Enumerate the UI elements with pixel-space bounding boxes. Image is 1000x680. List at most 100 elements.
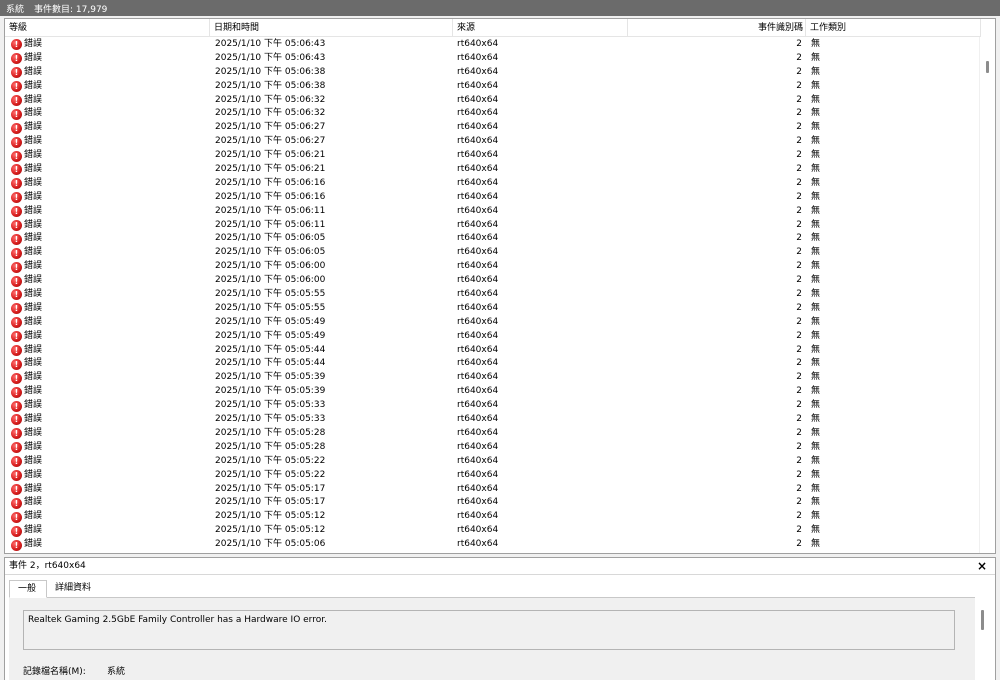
tab-general[interactable]: 一般 <box>9 580 47 598</box>
row-level-text: 錯誤 <box>24 372 43 383</box>
row-source: rt640x64 <box>457 52 499 63</box>
table-row[interactable]: ! 錯誤 2025/1/10 下午 05:06:11 rt640x64 2 無 <box>5 219 981 233</box>
table-row[interactable]: ! 錯誤 2025/1/10 下午 05:06:27 rt640x64 2 無 <box>5 121 981 135</box>
row-date: 2025/1/10 下午 05:05:55 <box>215 289 326 300</box>
row-source: rt640x64 <box>457 66 499 77</box>
table-row[interactable]: ! 錯誤 2025/1/10 下午 05:05:22 rt640x64 2 無 <box>5 455 981 469</box>
row-level: ! 錯誤 <box>11 455 206 469</box>
table-row[interactable]: ! 錯誤 2025/1/10 下午 05:05:55 rt640x64 2 無 <box>5 302 981 316</box>
error-icon: ! <box>11 150 22 162</box>
row-date: 2025/1/10 下午 05:05:22 <box>215 469 326 480</box>
table-row[interactable]: ! 錯誤 2025/1/10 下午 05:05:17 rt640x64 2 無 <box>5 483 981 497</box>
row-task: 無 <box>811 525 821 536</box>
table-row[interactable]: ! 錯誤 2025/1/10 下午 05:06:21 rt640x64 2 無 <box>5 149 981 163</box>
column-header-source[interactable]: 來源 <box>453 19 628 37</box>
detail-scrollbar[interactable] <box>975 598 991 680</box>
event-description[interactable]: Realtek Gaming 2.5GbE Family Controller … <box>23 610 955 650</box>
row-level-text: 錯誤 <box>24 66 43 77</box>
table-row[interactable]: ! 錯誤 2025/1/10 下午 05:05:55 rt640x64 2 無 <box>5 288 981 302</box>
row-source: rt640x64 <box>457 136 499 147</box>
row-task: 無 <box>811 386 821 397</box>
table-row[interactable]: ! 錯誤 2025/1/10 下午 05:06:32 rt640x64 2 無 <box>5 94 981 108</box>
row-event-id: 2 <box>796 455 802 466</box>
row-task: 無 <box>811 177 821 188</box>
event-list[interactable]: 等級 日期和時間 來源 事件識別碼 工作類別 ! 錯誤 2025/1/10 下午 0… <box>4 18 996 554</box>
error-icon: ! <box>11 428 22 440</box>
table-row[interactable]: ! 錯誤 2025/1/10 下午 05:06:11 rt640x64 2 無 <box>5 205 981 219</box>
row-level: ! 錯誤 <box>11 330 206 344</box>
row-level: ! 錯誤 <box>11 219 206 233</box>
row-event-id: 2 <box>796 302 802 313</box>
row-level-text: 錯誤 <box>24 497 43 508</box>
row-level: ! 錯誤 <box>11 427 206 441</box>
table-row[interactable]: ! 錯誤 2025/1/10 下午 05:05:49 rt640x64 2 無 <box>5 316 981 330</box>
row-level-text: 錯誤 <box>24 289 43 300</box>
column-header-date[interactable]: 日期和時間 <box>210 19 453 37</box>
error-icon: ! <box>11 53 22 65</box>
table-row[interactable]: ! 錯誤 2025/1/10 下午 05:05:44 rt640x64 2 無 <box>5 344 981 358</box>
table-row[interactable]: ! 錯誤 2025/1/10 下午 05:05:49 rt640x64 2 無 <box>5 330 981 344</box>
row-task: 無 <box>811 427 821 438</box>
list-scrollbar[interactable] <box>979 37 995 553</box>
table-row[interactable]: ! 錯誤 2025/1/10 下午 05:06:21 rt640x64 2 無 <box>5 163 981 177</box>
row-source: rt640x64 <box>457 455 499 466</box>
table-row[interactable]: ! 錯誤 2025/1/10 下午 05:06:32 rt640x64 2 無 <box>5 107 981 121</box>
row-task: 無 <box>811 261 821 272</box>
table-row[interactable]: ! 錯誤 2025/1/10 下午 05:06:38 rt640x64 2 無 <box>5 80 981 94</box>
table-row[interactable]: ! 錯誤 2025/1/10 下午 05:05:28 rt640x64 2 無 <box>5 441 981 455</box>
row-level-text: 錯誤 <box>24 414 43 425</box>
table-row[interactable]: ! 錯誤 2025/1/10 下午 05:05:22 rt640x64 2 無 <box>5 469 981 483</box>
table-row[interactable]: ! 錯誤 2025/1/10 下午 05:06:05 rt640x64 2 無 <box>5 246 981 260</box>
table-row[interactable]: ! 錯誤 2025/1/10 下午 05:05:12 rt640x64 2 無 <box>5 510 981 524</box>
row-level: ! 錯誤 <box>11 80 206 94</box>
close-button[interactable]: × <box>975 558 989 575</box>
row-task: 無 <box>811 441 821 452</box>
row-date: 2025/1/10 下午 05:06:00 <box>215 261 326 272</box>
row-date: 2025/1/10 下午 05:05:06 <box>215 539 326 550</box>
list-scrollbar-thumb[interactable] <box>986 61 989 73</box>
table-row[interactable]: ! 錯誤 2025/1/10 下午 05:05:44 rt640x64 2 無 <box>5 357 981 371</box>
table-row[interactable]: ! 錯誤 2025/1/10 下午 05:05:12 rt640x64 2 無 <box>5 524 981 538</box>
row-task: 無 <box>811 330 821 341</box>
table-row[interactable]: ! 錯誤 2025/1/10 下午 05:06:27 rt640x64 2 無 <box>5 135 981 149</box>
row-event-id: 2 <box>796 372 802 383</box>
row-level-text: 錯誤 <box>24 427 43 438</box>
table-row[interactable]: ! 錯誤 2025/1/10 下午 05:05:33 rt640x64 2 無 <box>5 399 981 413</box>
table-row[interactable]: ! 錯誤 2025/1/10 下午 05:06:38 rt640x64 2 無 <box>5 66 981 80</box>
row-event-id: 2 <box>796 441 802 452</box>
log-titlebar: 系統 事件數目: 17,979 <box>0 0 1000 16</box>
row-source: rt640x64 <box>457 94 499 105</box>
row-date: 2025/1/10 下午 05:06:27 <box>215 122 326 133</box>
error-icon: ! <box>11 108 22 120</box>
column-header-task[interactable]: 工作類別 <box>806 19 981 37</box>
table-row[interactable]: ! 錯誤 2025/1/10 下午 05:06:16 rt640x64 2 無 <box>5 191 981 205</box>
row-level: ! 錯誤 <box>11 344 206 358</box>
column-header-event-id[interactable]: 事件識別碼 <box>628 19 806 37</box>
table-row[interactable]: ! 錯誤 2025/1/10 下午 05:05:33 rt640x64 2 無 <box>5 413 981 427</box>
column-header-level[interactable]: 等級 <box>5 19 210 37</box>
row-task: 無 <box>811 150 821 161</box>
table-row[interactable]: ! 錯誤 2025/1/10 下午 05:05:39 rt640x64 2 無 <box>5 371 981 385</box>
table-row[interactable]: ! 錯誤 2025/1/10 下午 05:05:17 rt640x64 2 無 <box>5 496 981 510</box>
row-level-text: 錯誤 <box>24 122 43 133</box>
table-row[interactable]: ! 錯誤 2025/1/10 下午 05:06:43 rt640x64 2 無 <box>5 52 981 66</box>
row-level: ! 錯誤 <box>11 205 206 219</box>
row-level: ! 錯誤 <box>11 135 206 149</box>
row-event-id: 2 <box>796 150 802 161</box>
detail-scrollbar-thumb[interactable] <box>981 610 984 630</box>
table-row[interactable]: ! 錯誤 2025/1/10 下午 05:06:16 rt640x64 2 無 <box>5 177 981 191</box>
row-date: 2025/1/10 下午 05:06:38 <box>215 66 326 77</box>
row-level-text: 錯誤 <box>24 164 43 175</box>
row-source: rt640x64 <box>457 539 499 550</box>
table-row[interactable]: ! 錯誤 2025/1/10 下午 05:06:00 rt640x64 2 無 <box>5 274 981 288</box>
error-icon: ! <box>11 206 22 218</box>
tab-details[interactable]: 詳細資料 <box>47 580 105 598</box>
row-level-text: 錯誤 <box>24 275 43 286</box>
table-row[interactable]: ! 錯誤 2025/1/10 下午 05:06:43 rt640x64 2 無 <box>5 38 981 52</box>
table-row[interactable]: ! 錯誤 2025/1/10 下午 05:05:28 rt640x64 2 無 <box>5 427 981 441</box>
table-row[interactable]: ! 錯誤 2025/1/10 下午 05:05:39 rt640x64 2 無 <box>5 385 981 399</box>
table-row[interactable]: ! 錯誤 2025/1/10 下午 05:06:00 rt640x64 2 無 <box>5 260 981 274</box>
table-row[interactable]: ! 錯誤 2025/1/10 下午 05:06:05 rt640x64 2 無 <box>5 232 981 246</box>
row-date: 2025/1/10 下午 05:05:28 <box>215 427 326 438</box>
table-row[interactable]: ! 錯誤 2025/1/10 下午 05:05:06 rt640x64 2 無 <box>5 538 981 552</box>
